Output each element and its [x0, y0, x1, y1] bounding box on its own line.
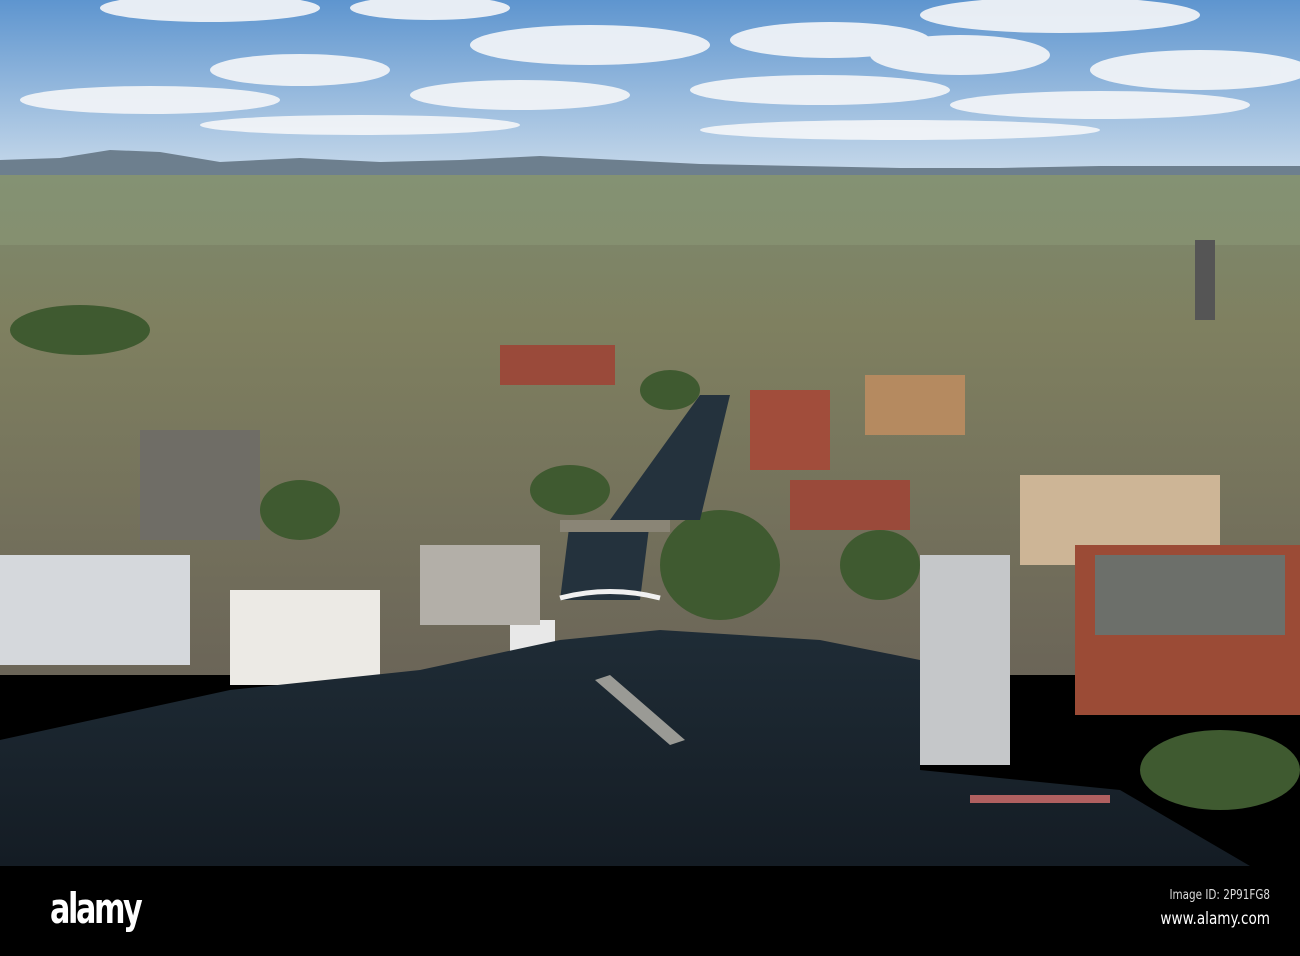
bridge	[560, 520, 670, 532]
aerial-photo	[0, 0, 1300, 866]
alamy-logo: alamy	[50, 884, 143, 933]
pier	[970, 795, 1110, 803]
site-url: www.alamy.com	[1160, 909, 1270, 929]
image-id: Image ID: 2P91FG8	[1169, 888, 1270, 903]
image-meta: Image ID: 2P91FG8 www.alamy.com	[1133, 888, 1270, 929]
watermark-bar: alamy Image ID: 2P91FG8 www.alamy.com	[0, 866, 1300, 956]
